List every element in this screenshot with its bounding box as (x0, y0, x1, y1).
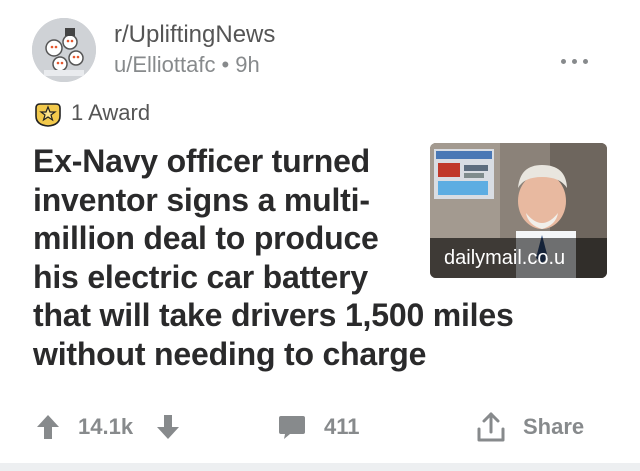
link-thumbnail[interactable]: dailymail.co.u (430, 143, 607, 278)
post-meta: r/UpliftingNews u/Elliottafc • 9h (114, 20, 275, 80)
post-age: 9h (235, 52, 260, 77)
share-icon (477, 412, 505, 442)
share-label: Share (523, 414, 585, 439)
thumbnail-domain: dailymail.co.u (430, 238, 607, 278)
subreddit-link[interactable]: r/UpliftingNews (114, 20, 275, 50)
author-link[interactable]: u/Elliottafc (114, 52, 216, 77)
downvote-icon (157, 415, 179, 439)
separator-dot: • (221, 52, 230, 77)
downvote-button[interactable] (156, 405, 180, 449)
action-bar: 14.1k 411 Share (0, 405, 640, 449)
title-line: that will take drivers 1,500 miles (33, 297, 514, 333)
upvote-icon (37, 415, 59, 439)
upvote-button[interactable] (36, 405, 60, 449)
post-header: r/UpliftingNews u/Elliottafc • 9h (32, 18, 612, 82)
award-label: 1 Award (71, 100, 151, 125)
title-line: without needing to charge (33, 335, 427, 372)
upvote-count: 14.1k (78, 414, 134, 439)
share-button[interactable]: Share (475, 405, 584, 449)
more-options-icon[interactable] (558, 56, 592, 66)
subreddit-avatar-icon[interactable] (32, 18, 96, 82)
comment-count: 411 (324, 414, 360, 439)
vote-count: 14.1k (78, 405, 133, 449)
comments-button[interactable]: 411 (278, 405, 360, 449)
post-card[interactable]: r/UpliftingNews u/Elliottafc • 9h 1 Award … (0, 0, 640, 471)
award-badge[interactable]: 1 Award (33, 98, 150, 128)
award-icon (35, 103, 61, 127)
card-divider (0, 463, 640, 471)
byline: u/Elliottafc • 9h (114, 50, 275, 80)
comment-icon (279, 416, 305, 439)
